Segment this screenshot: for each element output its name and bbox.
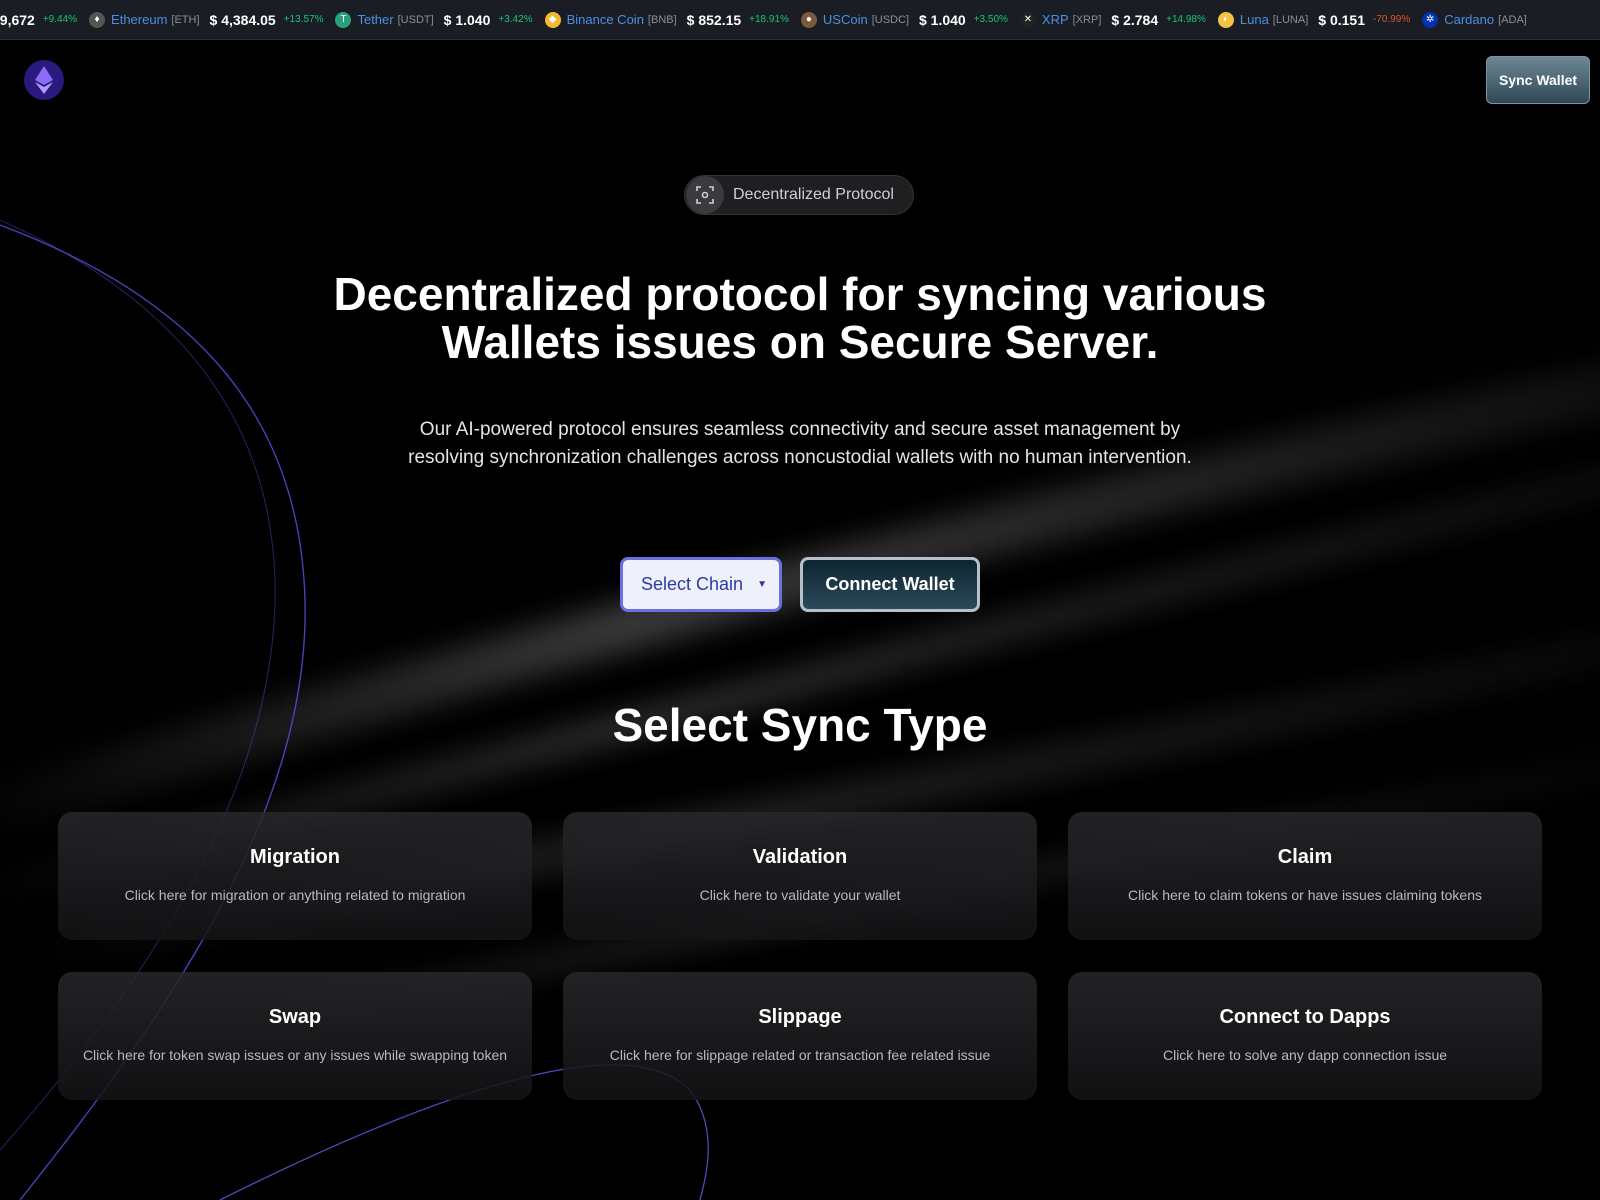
cardano-icon: ✲ [1422,11,1439,28]
ticker-change: +13.57% [283,14,324,25]
card-title: Swap [268,1006,322,1028]
ticker-price: $ 1.040 [919,11,966,28]
ticker-name: Binance Coin [566,12,644,27]
card-title: Claim [1277,846,1333,868]
scan-icon [686,176,724,214]
ticker-name: Luna [1239,12,1269,27]
hero-title-line-2: Wallets issues on Secure Server. [441,316,1159,368]
ticker-name: USCoin [822,12,868,27]
ticker-price: $ 4,384.05 [209,11,276,28]
select-chain-dropdown[interactable]: Select Chain ▼ [620,557,782,612]
card-title: Migration [250,846,340,868]
ticker-item: ◐ Luna [LUNA] $ 0.151 -70.99% [1217,11,1411,28]
usdc-icon: ● [800,11,817,28]
ticker-price: $ 2.784 [1111,11,1159,28]
ticker-change: -70.99% [1372,14,1411,25]
price-ticker: 09,672 +9.44% ♦ Ethereum[ETH] $ 4,384.05 +13.… [0,0,1600,40]
hero-subtitle: Our AI-powered protocol ensures seamless… [408,419,1192,468]
binance-icon: ◆ [544,11,561,28]
ticker-item: ✕ XRP [XRP] $ 2.784 +14.98% [1019,11,1206,28]
ticker-item: T Tether [USDT] $ 1.040 +3.42% [335,11,533,28]
ticker-name: Tether [357,12,394,27]
ticker-item: 09,672 +9.44% [0,12,77,28]
ticker-price: $ 0.151 [1318,11,1365,28]
ticker-symbol: [ETH] [171,13,200,26]
xrp-icon: ✕ [1019,11,1036,28]
sync-card-connect-dapps[interactable]: Connect to Dapps Click here to solve any… [1068,972,1542,1100]
ticker-name: Cardano [1444,12,1495,27]
select-chain-label: Select Chain [641,574,744,594]
ticker-symbol: [XRP] [1072,13,1102,26]
ethereum-icon: ♦ [89,11,106,28]
card-description: Click here to validate your wallet [699,887,901,903]
ticker-item: ♦ Ethereum [ETH] $ 4,384.05 +13.57% [89,11,324,28]
connect-wallet-button[interactable]: Connect Wallet [800,557,980,612]
card-title: Connect to Dapps [1219,1006,1391,1028]
ticker-price: $ 1.040 [443,11,491,28]
card-description: Click here to claim tokens or have issue… [1127,887,1483,903]
ticker-symbol: [LUNA] [1272,13,1309,26]
ticker-item: ◆ Binance Coin [BNB] $ 852.15 +18.91% [544,11,789,28]
tether-icon: T [335,11,352,28]
ticker-change: +3.42% [498,14,533,25]
card-description: Click here for slippage related or trans… [609,1047,991,1063]
card-description: Click here to solve any dapp connection … [1162,1047,1448,1063]
ticker-item: ✲ Cardano [ADA] [1422,11,1537,28]
badge-label: Decentralized Protocol [733,186,894,203]
ticker-price: $ 852.15 [686,11,742,28]
ticker-name: XRP [1041,12,1069,27]
card-description: Click here for migration or anything rel… [124,887,466,903]
sync-card-validation[interactable]: Validation Click here to validate your w… [563,812,1037,940]
ticker-symbol: [USDT] [397,13,434,26]
ticker-name: Ethereum [111,12,168,27]
chevron-down-icon: ▼ [757,579,767,590]
sync-card-swap[interactable]: Swap Click here for token swap issues or… [58,972,532,1100]
sync-card-slippage[interactable]: Slippage Click here for slippage related… [563,972,1037,1100]
protocol-badge: Decentralized Protocol [684,175,914,215]
ticker-change: +18.91% [749,14,789,25]
ticker-change: +14.98% [1166,14,1206,25]
ticker-symbol: [USDC] [871,13,909,26]
card-title: Validation [752,846,848,868]
ticker-symbol: [BNB] [647,13,677,26]
ticker-symbol: [ADA] [1498,13,1527,26]
hero-title-line-1: Decentralized protocol for syncing vario… [333,268,1267,320]
sync-card-claim[interactable]: Claim Click here to claim tokens or have… [1068,812,1542,940]
sync-card-migration[interactable]: Migration Click here for migration or an… [58,812,532,940]
luna-icon: ◐ [1217,11,1234,28]
ticker-item: ● USCoin [USDC] $ 1.040 +3.50% [800,11,1008,28]
ticker-change: +3.50% [973,14,1008,25]
card-description: Click here for token swap issues or any … [82,1047,508,1063]
ethereum-logo-icon[interactable] [24,60,64,100]
hero-title: Decentralized protocol for syncing vario… [200,270,1400,366]
card-title: Slippage [758,1006,842,1028]
ticker-price: 09,672 [0,11,35,28]
sync-wallet-button[interactable]: Sync Wallet [1486,56,1590,104]
ticker-change: +9.44% [42,14,78,25]
section-title: Select Sync Type [612,699,988,751]
ticker-track: 09,672 +9.44% ♦ Ethereum[ETH] $ 4,384.05 +13.… [0,11,1549,28]
